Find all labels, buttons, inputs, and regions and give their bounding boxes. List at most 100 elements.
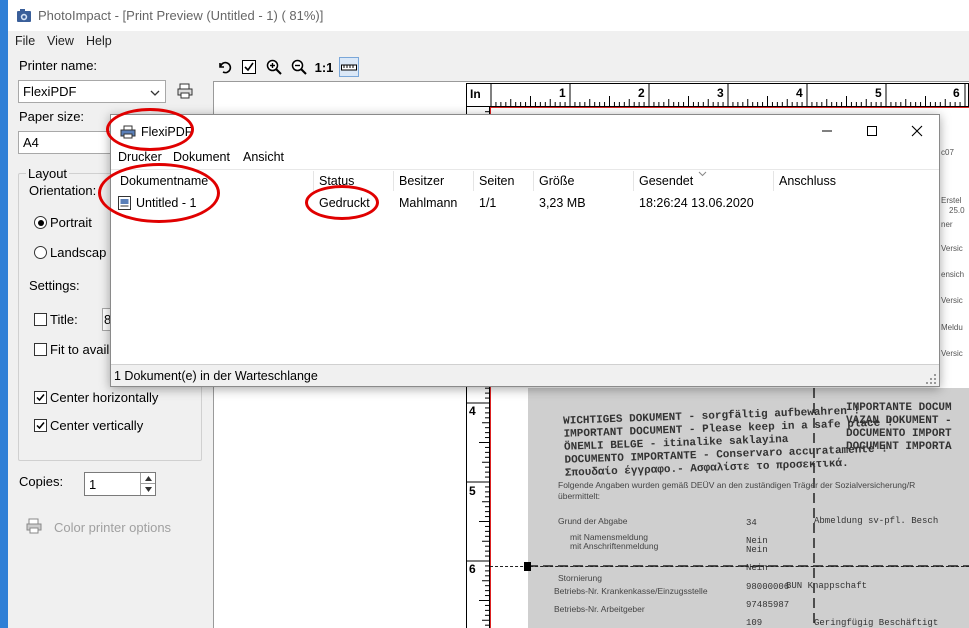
- close-button[interactable]: [907, 121, 927, 141]
- doc-line: VAZAN DOKUMENT -: [846, 415, 952, 427]
- resize-grip-icon[interactable]: [926, 373, 936, 387]
- row-sent: 18:26:24 13.06.2020: [639, 196, 754, 210]
- paper-size-value: A4: [23, 135, 39, 150]
- row-status: Gedruckt: [319, 196, 370, 210]
- layout-group-label: Layout: [26, 166, 70, 181]
- printer-name-label: Printer name:: [19, 58, 98, 73]
- doc-value: Abmeldung sv-pfl. Besch: [814, 516, 939, 526]
- copies-down-button[interactable]: [140, 484, 155, 495]
- preview-page: WICHTIGES DOKUMENT - sorgfältig aufbewah…: [528, 388, 969, 628]
- column-dokumentname[interactable]: Dokumentname: [120, 174, 208, 188]
- doc-line: DOCUMENT IMPORTA: [846, 441, 952, 453]
- document-icon: [118, 196, 131, 213]
- header-divider: [111, 169, 939, 170]
- doc-value: BUN Knappschaft: [786, 581, 868, 591]
- orientation-label: Orientation:: [29, 183, 97, 198]
- table-row[interactable]: [113, 193, 937, 213]
- column-separator[interactable]: [773, 171, 774, 191]
- sort-chevron-icon: [698, 165, 707, 180]
- column-groesse[interactable]: Größe: [539, 174, 574, 188]
- title-label: Title:: [50, 312, 78, 327]
- column-separator[interactable]: [393, 171, 394, 191]
- chevron-down-icon: [149, 86, 161, 96]
- column-separator[interactable]: [633, 171, 634, 191]
- minimize-button[interactable]: [817, 121, 837, 141]
- copies-up-button[interactable]: [140, 473, 155, 484]
- fit-label: Fit to avail: [50, 342, 110, 357]
- doc-line: Erstel: [941, 196, 962, 205]
- ruler-icon[interactable]: [339, 57, 359, 77]
- doc-value: Nein: [746, 563, 768, 573]
- column-seiten[interactable]: Seiten: [479, 174, 514, 188]
- printer-name-value: FlexiPDF: [23, 84, 77, 99]
- doc-line: Folgende Angaben wurden gemäß DEÜV an de…: [558, 480, 916, 490]
- printer-setup-icon[interactable]: [176, 82, 194, 100]
- doc-line: mit Anschriftenmeldung: [570, 541, 659, 551]
- center-horizontally-checkbox[interactable]: [34, 391, 47, 404]
- doc-line: c07: [941, 148, 954, 157]
- column-separator[interactable]: [313, 171, 314, 191]
- doc-line: Stornierung: [558, 573, 602, 583]
- center-vertically-checkbox[interactable]: [34, 419, 47, 432]
- ruler-number: 6: [469, 562, 476, 576]
- doc-line: Versic: [941, 296, 963, 305]
- paper-size-select[interactable]: A4: [18, 131, 113, 154]
- doc-line: ner: [941, 220, 953, 229]
- ruler-unit: In: [470, 87, 481, 101]
- column-separator[interactable]: [533, 171, 534, 191]
- column-anschluss[interactable]: Anschluss: [779, 174, 836, 188]
- column-separator[interactable]: [473, 171, 474, 191]
- maximize-button[interactable]: [862, 121, 882, 141]
- window-title: PhotoImpact - [Print Preview (Untitled -…: [38, 8, 324, 23]
- menu-help[interactable]: Help: [86, 34, 112, 48]
- doc-line: übermittelt:: [558, 491, 601, 501]
- camera-app-icon: [16, 8, 32, 23]
- column-besitzer[interactable]: Besitzer: [399, 174, 444, 188]
- landscape-radio[interactable]: [34, 246, 47, 259]
- printer-icon: [25, 518, 43, 534]
- title-checkbox[interactable]: [34, 313, 47, 326]
- landscape-label: Landscap: [50, 245, 107, 260]
- row-owner: Mahlmann: [399, 196, 458, 210]
- ruler-number: 4: [469, 404, 476, 418]
- settings-label: Settings:: [29, 278, 80, 293]
- column-status[interactable]: Status: [319, 174, 354, 188]
- dialog-menu-drucker[interactable]: Drucker: [118, 150, 162, 164]
- crop-guide-line: [490, 566, 969, 567]
- copies-value: 1: [89, 477, 97, 492]
- color-printer-options-button[interactable]: Color printer options: [54, 520, 171, 535]
- zoom-in-icon[interactable]: [264, 57, 284, 77]
- doc-line: Betriebs-Nr. Krankenkasse/Einzugsstelle: [554, 586, 708, 596]
- crop-handle[interactable]: [524, 562, 531, 571]
- actual-size-icon[interactable]: 1:1: [314, 57, 334, 77]
- doc-value: Geringfügig Beschäftigt: [814, 618, 939, 628]
- portrait-label: Portrait: [50, 215, 92, 230]
- dialog-title: FlexiPDF: [141, 125, 193, 139]
- row-document-name: Untitled - 1: [136, 196, 197, 210]
- copies-label: Copies:: [19, 474, 64, 489]
- menu-view[interactable]: View: [47, 34, 74, 48]
- portrait-radio[interactable]: [34, 216, 47, 229]
- paper-size-label: Paper size:: [19, 109, 85, 124]
- undo-icon[interactable]: [214, 57, 234, 77]
- row-size: 3,23 MB: [539, 196, 586, 210]
- fit-checkbox[interactable]: [34, 343, 47, 356]
- doc-line: ensich: [941, 270, 965, 279]
- doc-value: 34: [746, 518, 757, 528]
- column-gesendet[interactable]: Gesendet: [639, 174, 693, 188]
- doc-line: Meldu: [941, 323, 963, 332]
- dialog-menu-dokument[interactable]: Dokument: [173, 150, 230, 164]
- doc-line: Betriebs-Nr. Arbeitgeber: [554, 604, 645, 614]
- doc-value: Nein: [746, 545, 768, 555]
- check-icon[interactable]: [239, 57, 259, 77]
- doc-line: Grund der Abgabe: [558, 516, 628, 526]
- menu-file[interactable]: File: [15, 34, 35, 48]
- printer-name-select[interactable]: FlexiPDF: [18, 80, 166, 103]
- print-queue-dialog: FlexiPDF Drucker Dokument Ansicht Dokume…: [110, 114, 940, 387]
- doc-line: 25.0: [949, 206, 965, 215]
- page-margin-line: [490, 107, 969, 108]
- zoom-out-icon[interactable]: [289, 57, 309, 77]
- dialog-menu-ansicht[interactable]: Ansicht: [243, 150, 284, 164]
- printer-icon: [120, 125, 136, 139]
- dialog-status-bar: 1 Dokument(e) in der Warteschlange: [111, 364, 939, 386]
